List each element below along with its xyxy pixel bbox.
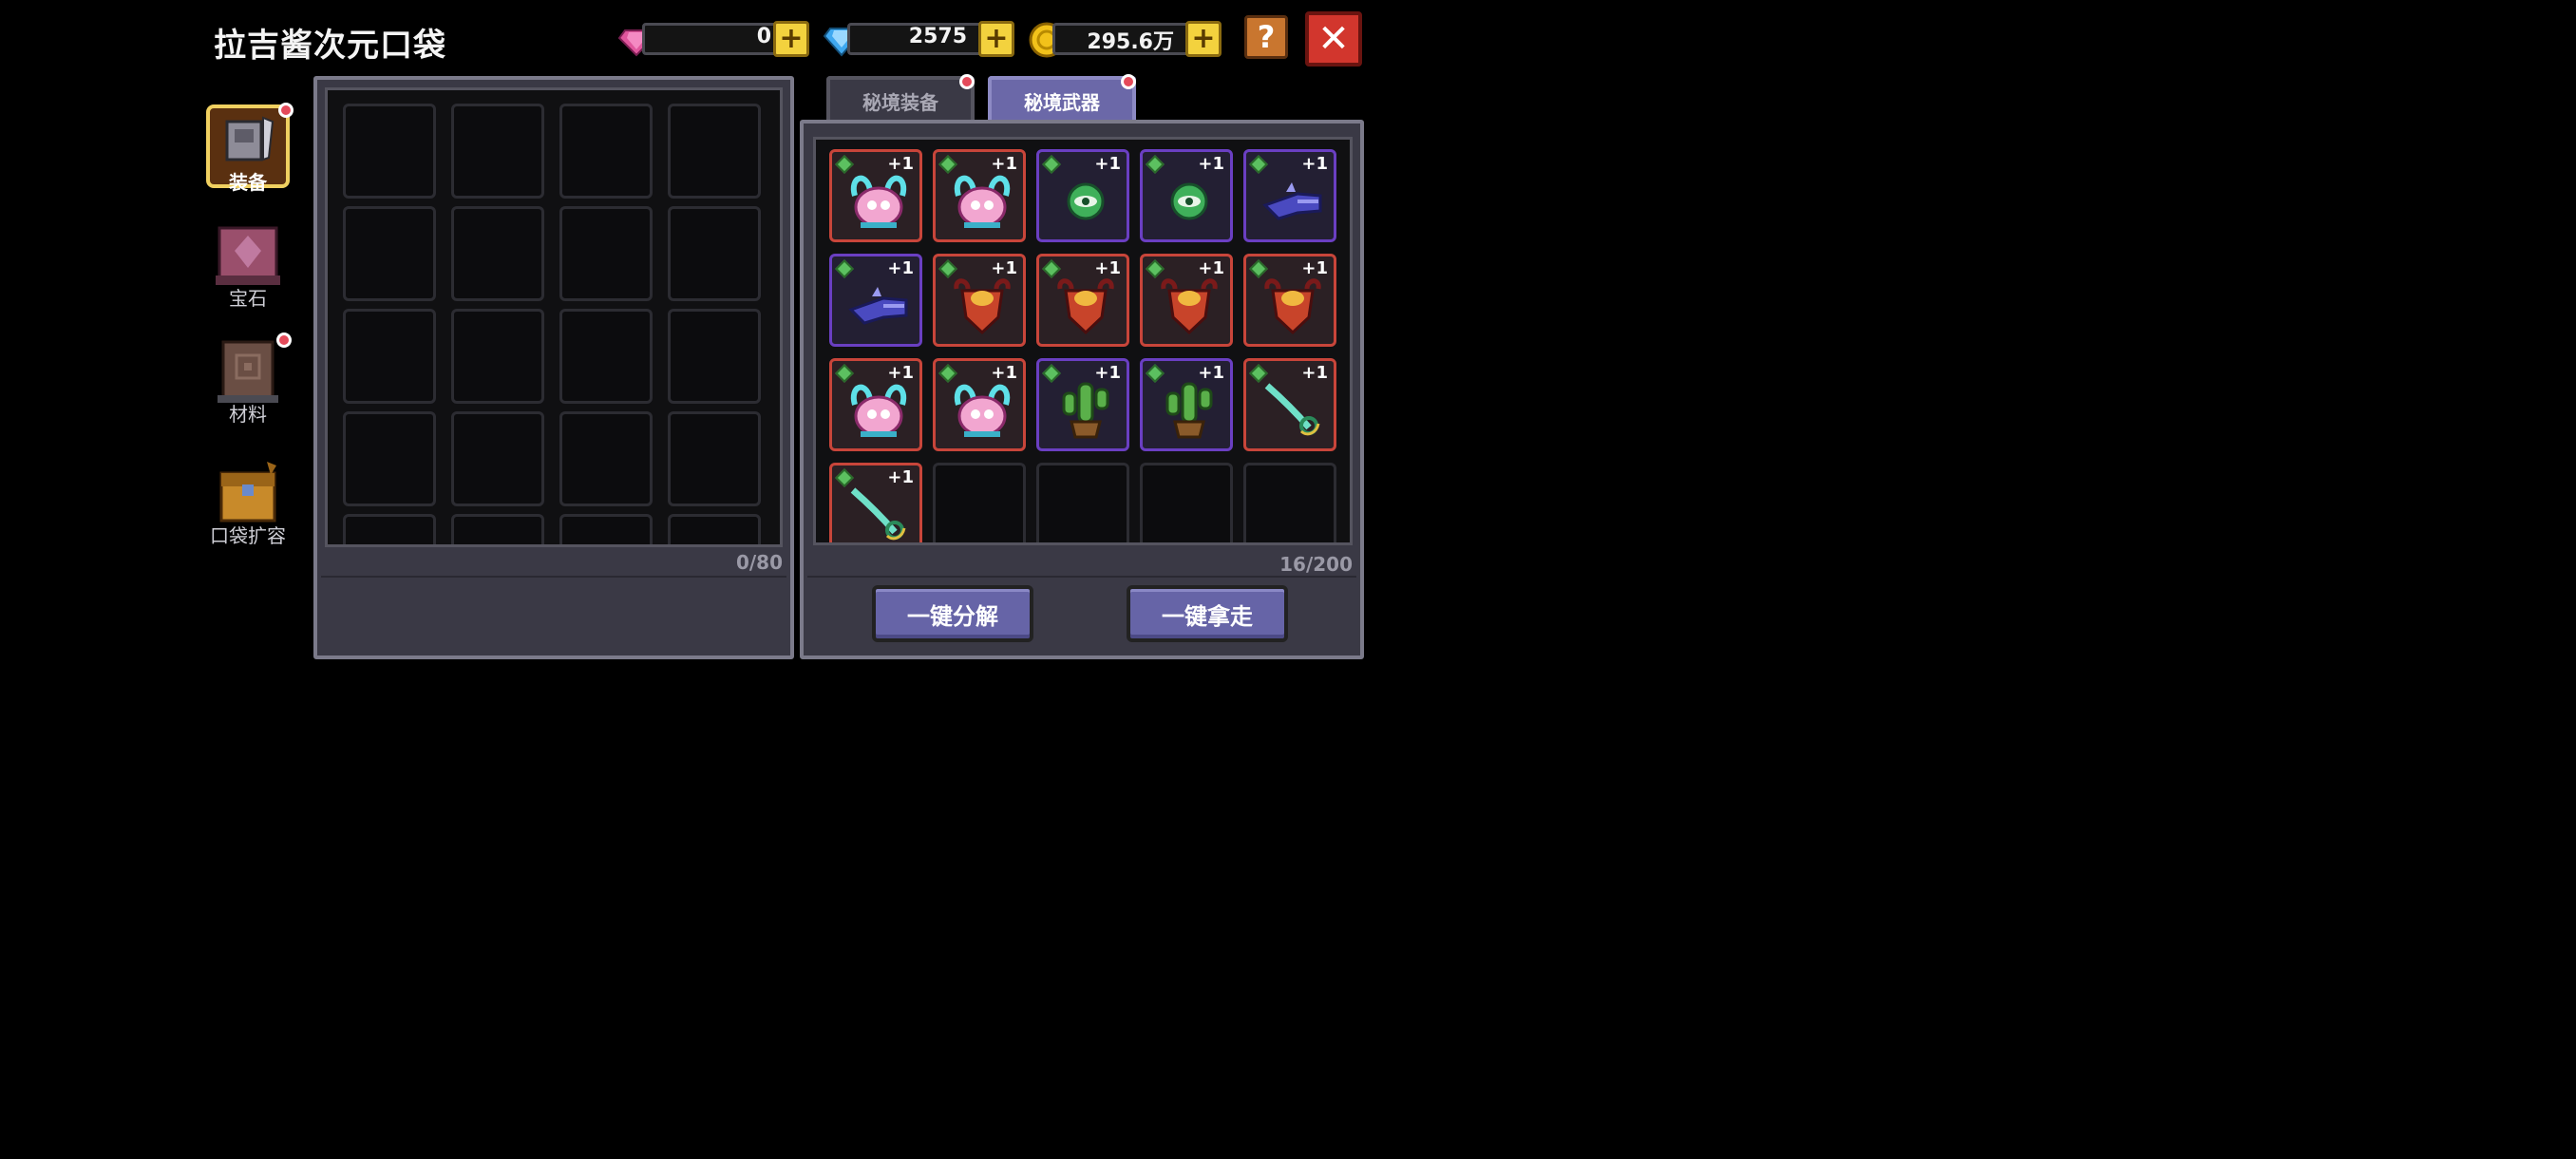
storage-slot[interactable] [668,206,761,301]
bunny-mask-icon [954,384,1011,437]
storage-slot[interactable] [559,206,653,301]
empty-item-slot[interactable] [1140,463,1233,542]
bunny-mask-icon [954,175,1011,228]
material-box-icon [210,332,292,405]
storage-slot[interactable] [559,514,653,544]
storage-slot[interactable] [668,309,761,404]
empty-item-slot[interactable] [933,463,1026,542]
gold-amount: 295.6万 [1087,30,1174,54]
green-eye-orb-icon [1170,182,1208,220]
item-slot-green-eye-orb[interactable]: +1 [1140,149,1233,242]
add-pink-gem-button[interactable]: + [773,21,809,57]
storage-counter: 0/80 [735,551,783,574]
empty-item-slot[interactable] [1036,463,1129,542]
diamond-currency: 2575 + [823,21,1014,57]
pink-gem-currency: 0 + [617,21,809,57]
item-slot-potted-cactus[interactable]: +1 [1140,358,1233,451]
potted-cactus-icon [1062,382,1109,439]
tab-secret-equipment[interactable]: 秘境装备 [826,76,975,122]
storage-slot[interactable] [559,309,653,404]
jade-dagger-icon [850,487,906,541]
storage-slot[interactable] [451,514,544,544]
green-eye-orb-icon [1067,182,1105,220]
storage-slot[interactable] [451,206,544,301]
storage-slot[interactable] [668,514,761,544]
weapons-footer [807,576,1356,578]
blue-blaster-icon [1262,182,1322,220]
item-slot-blue-blaster[interactable]: +1 [1243,149,1336,242]
nav-item-equipment[interactable]: 装备 [204,103,294,195]
gold-currency: 295.6万 + [1028,21,1222,58]
item-slot-bunny-mask[interactable]: +1 [933,149,1026,242]
nav-item-gems[interactable]: 宝石 [204,222,292,311]
new-badge [278,103,294,118]
storage-slot[interactable] [343,104,436,199]
horned-shield-icon [1057,278,1114,335]
treasure-chest-icon [210,460,286,526]
help-button[interactable]: ? [1244,15,1288,59]
item-slot-horned-shield[interactable]: +1 [933,254,1026,347]
item-slot-potted-cactus[interactable]: +1 [1036,358,1129,451]
storage-slot[interactable] [668,411,761,506]
storage-panel: 0/80 [313,76,794,659]
storage-slot[interactable] [343,309,436,404]
storage-footer [321,576,786,578]
storage-slot[interactable] [668,104,761,199]
nav-label-equipment: 装备 [229,171,267,194]
empty-item-slot[interactable] [1243,463,1336,542]
horned-shield-icon [954,278,1011,335]
take-all-button[interactable]: 一键拿走 [1127,585,1288,642]
item-slot-bunny-mask[interactable]: +1 [829,149,922,242]
dismantle-all-button[interactable]: 一键分解 [872,585,1033,642]
jade-dagger-icon [1264,383,1320,436]
item-slot-bunny-mask[interactable]: +1 [933,358,1026,451]
storage-slot[interactable] [559,411,653,506]
close-button[interactable]: ✕ [1305,11,1362,66]
item-slot-horned-shield[interactable]: +1 [1036,254,1129,347]
nav-item-materials[interactable]: 材料 [204,332,292,427]
storage-slot[interactable] [451,309,544,404]
item-slot-blue-blaster[interactable]: +1 [829,254,922,347]
bunny-mask-icon [850,175,907,228]
weapons-counter: 16/200 [1279,553,1353,576]
item-slot-jade-dagger[interactable]: +1 [1243,358,1336,451]
storage-slot[interactable] [559,104,653,199]
bunny-mask-icon [850,384,907,437]
storage-slot[interactable] [343,411,436,506]
gem-throne-icon [210,222,286,289]
weapons-grid[interactable]: +1 +1 +1 +1 +1 +1 +1 +1 +1 +1 +1 +1 +1 +1 +1 +1 [813,137,1353,545]
storage-slot[interactable] [451,411,544,506]
item-slot-horned-shield[interactable]: +1 [1243,254,1336,347]
tab-secret-weapons[interactable]: 秘境武器 [988,76,1136,122]
storage-slot[interactable] [451,104,544,199]
item-slot-horned-shield[interactable]: +1 [1140,254,1233,347]
horned-shield-icon [1264,278,1321,335]
item-slot-bunny-mask[interactable]: +1 [829,358,922,451]
new-badge [1121,74,1136,89]
item-slot-green-eye-orb[interactable]: +1 [1036,149,1129,242]
storage-slot[interactable] [343,514,436,544]
add-diamond-button[interactable]: + [978,21,1014,57]
weapons-panel: +1 +1 +1 +1 +1 +1 +1 +1 +1 +1 +1 +1 +1 +1 +1 +1 16/200 [800,120,1364,659]
add-gold-button[interactable]: + [1185,21,1222,57]
new-badge [959,74,975,89]
blue-blaster-icon [848,287,908,325]
item-slot-jade-dagger[interactable]: +1 [829,463,922,542]
horned-shield-icon [1161,278,1218,335]
storage-slot[interactable] [343,206,436,301]
potted-cactus-icon [1165,382,1213,439]
nav-item-expand[interactable]: 口袋扩容 [204,460,292,548]
diamond-amount: 2575 [908,25,967,48]
storage-grid[interactable] [325,87,783,547]
pink-gem-amount: 0 [756,25,771,48]
new-badge [276,332,292,348]
page-title: 拉吉酱次元口袋 [214,27,446,65]
